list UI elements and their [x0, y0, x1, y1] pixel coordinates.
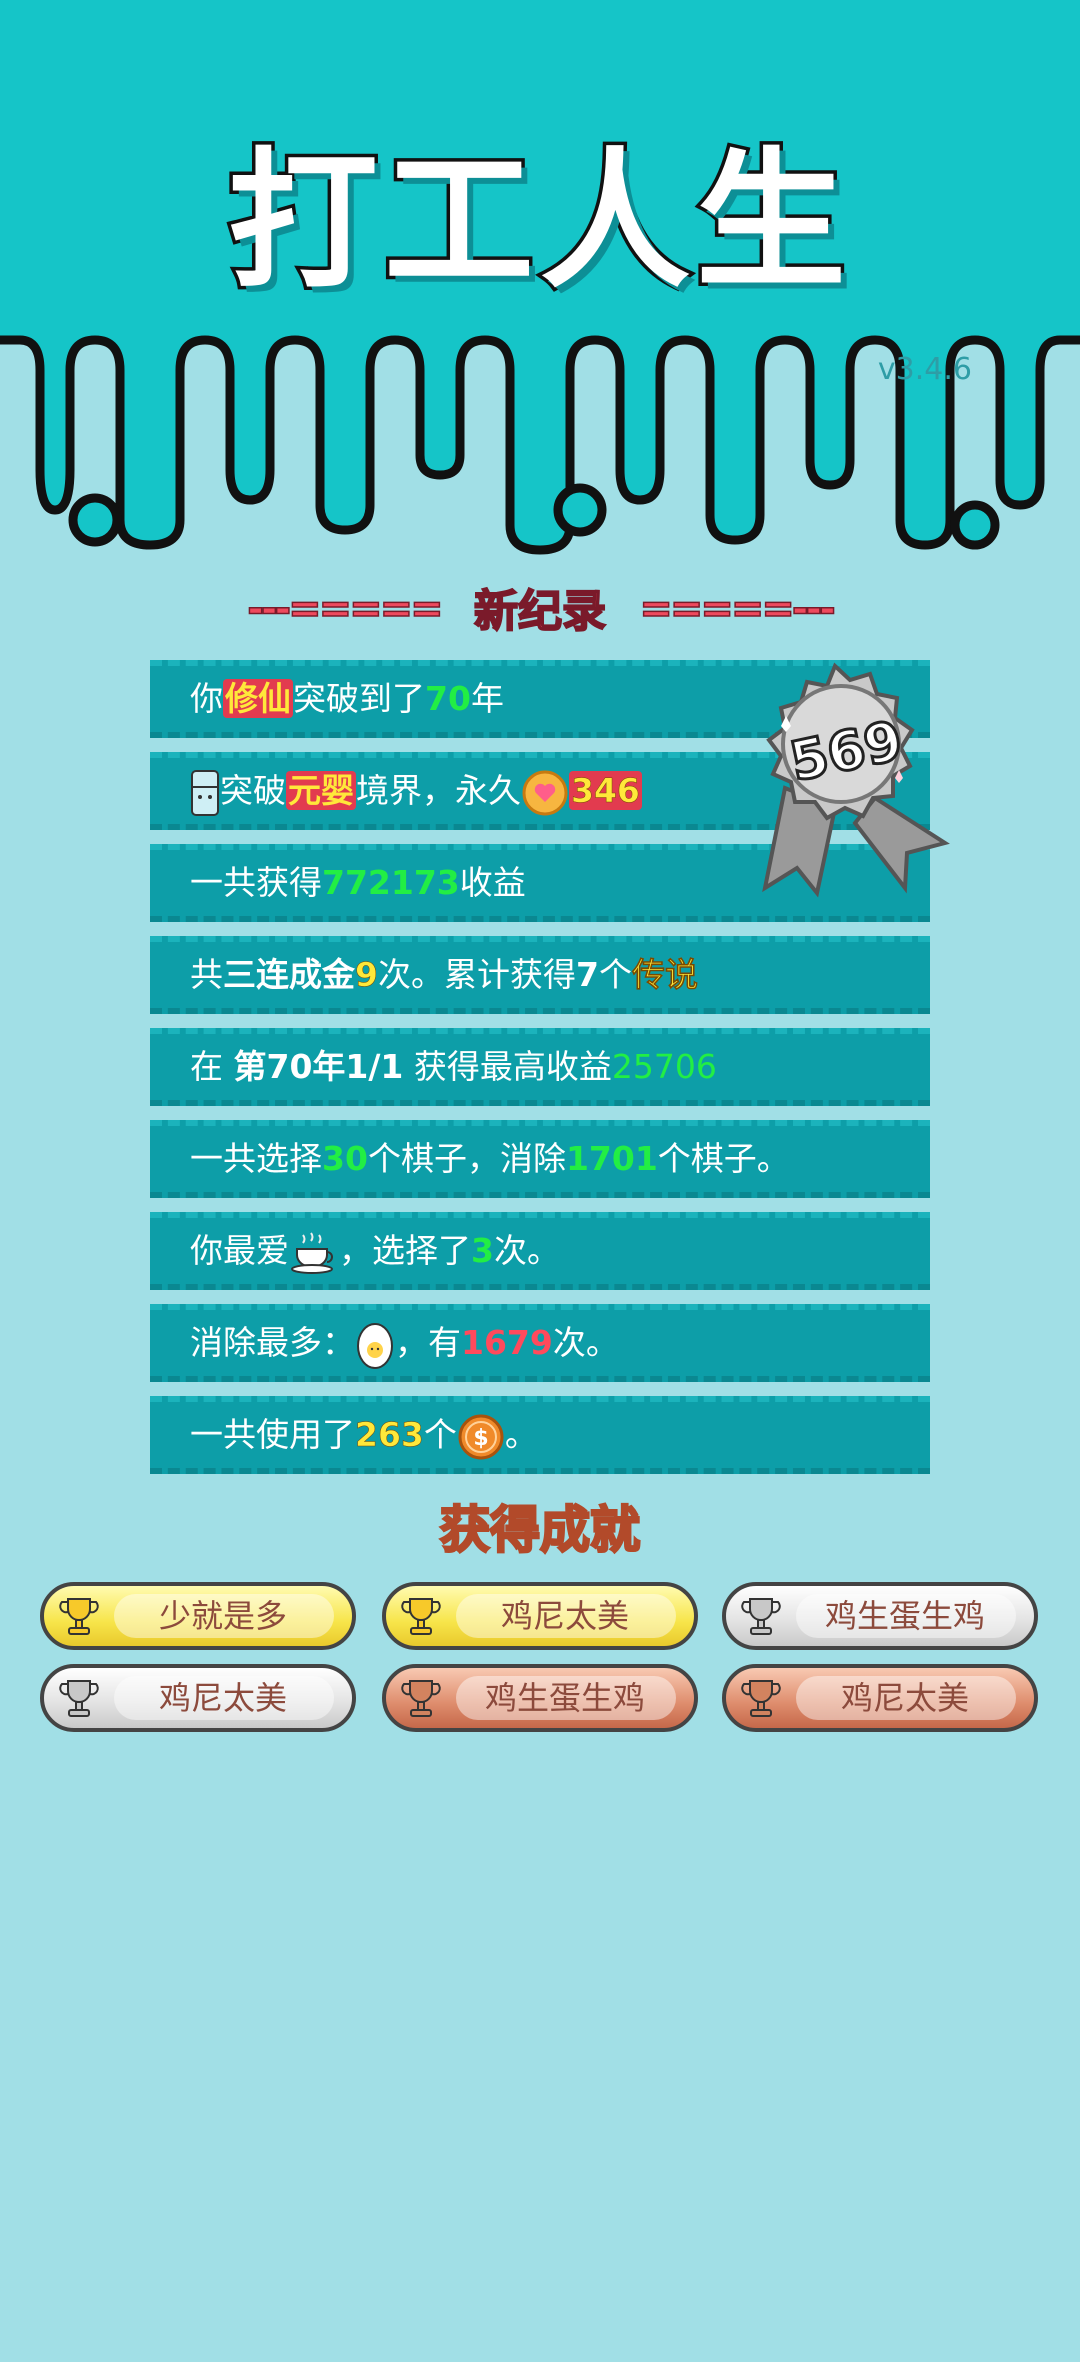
- stat-text: 你最爱: [190, 1231, 289, 1270]
- stat-row-most-eliminated: 消除最多： ，有1679次。: [150, 1304, 930, 1382]
- stat-text: 个: [598, 955, 632, 994]
- badge-label: 鸡尼太美: [158, 1679, 287, 1717]
- stat-number: 1701: [565, 1139, 658, 1178]
- stat-highlight: 传说: [631, 955, 699, 995]
- stat-text: 一共获得: [190, 863, 322, 902]
- stat-text: 次。: [493, 1231, 560, 1270]
- stat-highlight: 元婴: [286, 771, 356, 810]
- stat-row-triple: 共三连成金9次。累计获得7个传说: [150, 936, 930, 1014]
- stat-number: 263: [355, 1415, 424, 1455]
- trophy-icon: [59, 1680, 99, 1717]
- stat-text: 一共使用了: [190, 1415, 355, 1454]
- stat-text: 消除最多：: [190, 1323, 355, 1362]
- egg-icon: [357, 1322, 393, 1369]
- stat-text: 个: [423, 1415, 457, 1454]
- version-label: v3.4.6: [877, 352, 972, 387]
- stat-text: ，选择了: [339, 1231, 471, 1270]
- stat-text: 一共选择: [190, 1139, 322, 1178]
- stat-text: 个棋子，消除: [367, 1139, 566, 1178]
- achievement-badge[interactable]: 鸡生蛋生鸡: [382, 1664, 698, 1732]
- stat-highlight: 第70年1/1: [233, 1047, 404, 1086]
- trophy-icon: [59, 1598, 99, 1635]
- stat-number: 346: [569, 771, 642, 810]
- fridge-icon: [191, 769, 219, 816]
- achievement-badge[interactable]: 鸡尼太美: [40, 1664, 356, 1732]
- achievement-badge[interactable]: 少就是多: [40, 1582, 356, 1650]
- new-record-title: 新纪录: [473, 585, 607, 638]
- dollar-coin-icon: $: [458, 1414, 504, 1459]
- stat-number: 772173: [322, 863, 460, 902]
- new-record-header: ---===== 新纪录 =====---: [0, 575, 1080, 639]
- stat-text: 个棋子。: [657, 1139, 790, 1178]
- achievements-title: 获得成就: [439, 1500, 642, 1561]
- stat-number: 70: [425, 679, 471, 718]
- stat-number: 9: [355, 955, 378, 995]
- achievement-badge[interactable]: 鸡生蛋生鸡: [722, 1582, 1038, 1650]
- stat-highlight: 三连成金: [223, 955, 355, 994]
- stat-row-favorite: 你最爱 ，选择了3次。: [150, 1212, 930, 1290]
- stat-text: 你: [190, 679, 223, 718]
- stat-text: 。: [504, 1415, 538, 1454]
- stat-text: ，有: [395, 1323, 461, 1362]
- stat-text: 次。: [552, 1323, 619, 1362]
- svg-text:$: $: [473, 1426, 488, 1451]
- stat-number: 3: [471, 1231, 494, 1270]
- stat-text: 次。累计获得: [377, 955, 576, 994]
- stat-number: 25706: [611, 1047, 717, 1086]
- badge-label: 鸡生蛋生鸡: [824, 1597, 985, 1635]
- stat-number: 1679: [461, 1323, 553, 1362]
- medal-icon: [762, 662, 950, 898]
- stat-text: 共: [190, 955, 223, 994]
- trophy-icon: [401, 1680, 441, 1717]
- decorative-dashes-left: ---=====: [247, 585, 445, 633]
- stat-number: 30: [322, 1139, 368, 1178]
- stat-row-coins-used: 一共使用了263个 $ 。: [150, 1396, 930, 1474]
- stat-number: 7: [575, 955, 599, 994]
- stat-text: 收益: [459, 863, 526, 902]
- stat-row-pieces: 一共选择30个棋子，消除1701个棋子。: [150, 1120, 930, 1198]
- badge-label: 鸡尼太美: [840, 1679, 969, 1717]
- badge-label: 鸡生蛋生鸡: [484, 1679, 645, 1717]
- badge-label: 少就是多: [158, 1597, 287, 1635]
- game-title: 打工人生: [224, 132, 852, 313]
- achievement-badge[interactable]: 鸡尼太美: [722, 1664, 1038, 1732]
- stat-text: 境界，永久: [356, 771, 521, 810]
- stat-text: 在: [190, 1047, 234, 1086]
- teacup-icon: [291, 1231, 333, 1274]
- trophy-icon: [401, 1598, 441, 1635]
- stat-text: 突破到了: [293, 679, 425, 718]
- badge-label: 鸡尼太美: [500, 1597, 629, 1635]
- trophy-icon: [741, 1680, 781, 1717]
- stat-row-highest-income: 在 第70年1/1 获得最高收益25706: [150, 1028, 930, 1106]
- stat-text: 突破: [220, 771, 286, 810]
- achievement-badge[interactable]: 鸡尼太美: [382, 1582, 698, 1650]
- stat-text: 年: [470, 679, 504, 718]
- trophy-icon: [741, 1598, 781, 1635]
- heart-coin-icon: [522, 770, 568, 815]
- decorative-dashes-right: =====---: [639, 585, 837, 633]
- stat-highlight: 修仙: [223, 679, 293, 718]
- stat-text: 获得最高收益: [403, 1047, 612, 1086]
